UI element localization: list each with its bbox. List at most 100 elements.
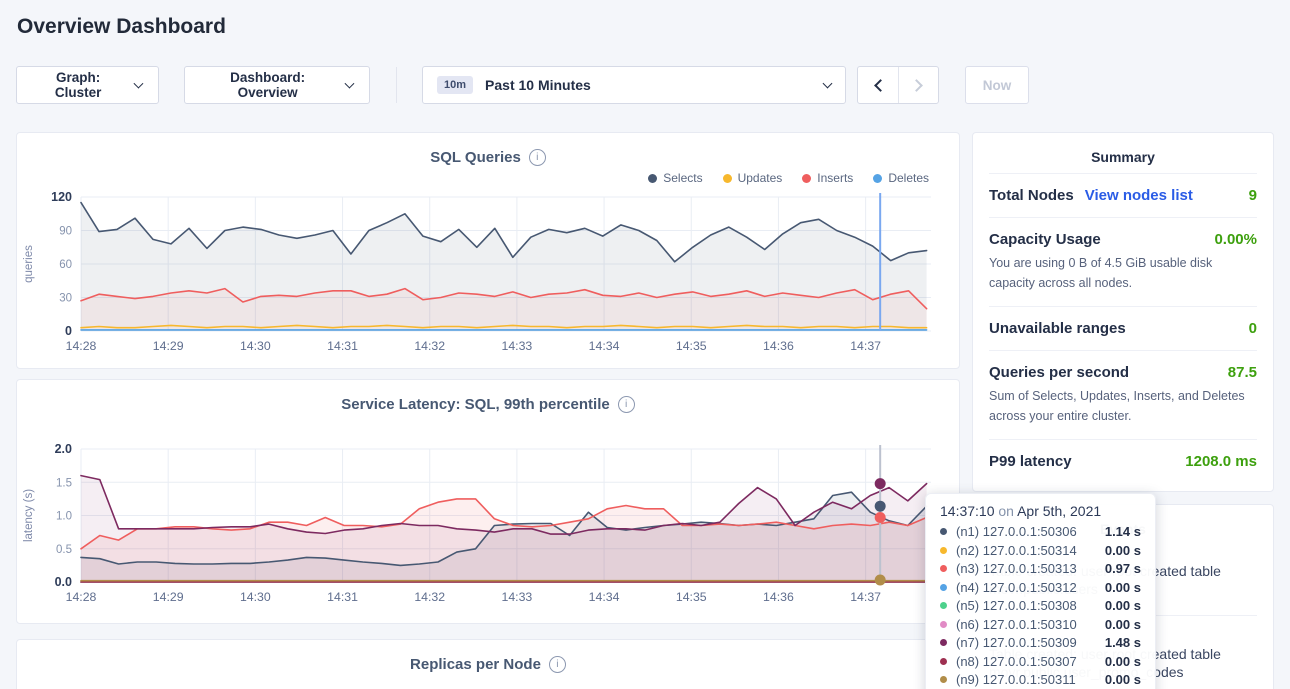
chart-title: SQL Queries [430, 149, 521, 166]
svg-text:14:37: 14:37 [850, 590, 881, 604]
tooltip-row: (n9) 127.0.0.1:50311 0.00 s [940, 672, 1141, 687]
svg-text:120: 120 [51, 190, 72, 204]
info-icon[interactable] [529, 149, 546, 166]
svg-text:60: 60 [59, 259, 72, 271]
tooltip-row: (n2) 127.0.0.1:50314 0.00 s [940, 543, 1141, 558]
node-color-dot [940, 658, 947, 665]
summary-row-capacity: Capacity Usage 0.00% You are using 0 B o… [989, 217, 1257, 306]
svg-text:14:29: 14:29 [153, 339, 184, 353]
legend-item-selects[interactable]: Selects [648, 170, 702, 186]
summary-description: Sum of Selects, Updates, Inserts, and De… [989, 386, 1257, 426]
svg-text:14:32: 14:32 [414, 339, 445, 353]
time-range-label: Past 10 Minutes [485, 77, 591, 93]
svg-text:90: 90 [59, 226, 72, 238]
svg-text:14:34: 14:34 [589, 590, 620, 604]
summary-row-qps: Queries per second 87.5 Sum of Selects, … [989, 350, 1257, 439]
toolbar: Graph: Cluster Dashboard: Overview 10m P… [16, 66, 1274, 104]
legend-item-deletes[interactable]: Deletes [873, 170, 929, 186]
dashboard-dropdown[interactable]: Dashboard: Overview [184, 66, 370, 104]
summary-label: Capacity Usage [989, 231, 1101, 248]
time-range-badge: 10m [437, 76, 473, 94]
chevron-down-icon [823, 79, 833, 89]
chevron-right-icon [910, 79, 923, 92]
svg-text:14:29: 14:29 [153, 590, 184, 604]
svg-text:14:33: 14:33 [502, 590, 533, 604]
svg-text:14:36: 14:36 [763, 339, 794, 353]
service-latency-card: Service Latency: SQL, 99th percentile 14… [16, 379, 960, 624]
svg-text:14:32: 14:32 [414, 590, 445, 604]
svg-text:1.0: 1.0 [56, 511, 72, 523]
summary-label: Queries per second [989, 364, 1129, 381]
svg-text:14:31: 14:31 [327, 590, 358, 604]
tooltip-row: (n8) 127.0.0.1:50307 0.00 s [940, 654, 1141, 669]
tooltip-row: (n7) 127.0.0.1:503091.48 s [940, 635, 1141, 650]
svg-text:14:31: 14:31 [327, 339, 358, 353]
svg-text:queries: queries [23, 245, 35, 283]
node-color-dot [940, 565, 947, 572]
summary-label: Unavailable ranges [989, 320, 1126, 337]
graph-dropdown[interactable]: Graph: Cluster [16, 66, 159, 104]
node-address: (n7) 127.0.0.1:50309 [956, 635, 1077, 650]
node-address: (n1) 127.0.0.1:50306 [956, 524, 1077, 539]
node-color-dot [940, 676, 947, 683]
summary-panel: Summary Total Nodes View nodes list 9 Ca… [972, 132, 1274, 492]
tooltip-row: (n4) 127.0.0.1:503120.00 s [940, 580, 1141, 595]
node-latency-value: 0.00 s [1105, 672, 1141, 687]
info-icon[interactable] [549, 656, 566, 673]
time-step-buttons [857, 66, 939, 104]
tooltip-row: (n6) 127.0.0.1:503100.00 s [940, 617, 1141, 632]
node-latency-value: 0.00 s [1105, 543, 1141, 558]
summary-value: 9 [1249, 187, 1257, 204]
tooltip-row: (n1) 127.0.0.1:503061.14 s [940, 524, 1141, 539]
node-color-dot [940, 602, 947, 609]
svg-text:0: 0 [65, 324, 72, 338]
sql-queries-card: SQL Queries Selects Updates Inserts Deletes… [16, 132, 960, 369]
summary-label: Total Nodes [989, 187, 1074, 204]
node-latency-value: 0.00 s [1105, 598, 1141, 613]
replicas-per-node-card: Replicas per Node [16, 639, 960, 689]
legend-item-updates[interactable]: Updates [723, 170, 783, 186]
chevron-down-icon [134, 79, 144, 89]
service-latency-chart[interactable]: 14:2814:2914:3014:3114:3214:3314:3414:35… [17, 439, 961, 611]
now-button[interactable]: Now [965, 66, 1029, 104]
summary-title: Summary [989, 133, 1257, 173]
node-address: (n6) 127.0.0.1:50310 [956, 617, 1077, 632]
node-color-dot [940, 639, 947, 646]
summary-value: 87.5 [1228, 364, 1257, 381]
chevron-down-icon [345, 79, 355, 89]
time-prev-button[interactable] [858, 67, 898, 103]
page-title: Overview Dashboard [17, 15, 1290, 39]
svg-text:14:28: 14:28 [66, 339, 97, 353]
svg-text:0.0: 0.0 [55, 575, 72, 589]
svg-text:latency (s): latency (s) [23, 489, 35, 542]
chart-tooltip: 14:37:10 on Apr 5th, 2021 (n1) 127.0.0.1… [925, 493, 1156, 689]
info-icon[interactable] [618, 396, 635, 413]
graph-dropdown-label: Graph: Cluster [33, 70, 123, 100]
node-latency-value: 0.00 s [1105, 654, 1141, 669]
time-next-button[interactable] [898, 67, 938, 103]
svg-text:14:35: 14:35 [676, 590, 707, 604]
node-latency-value: 0.97 s [1105, 561, 1141, 576]
summary-value: 0 [1249, 320, 1257, 337]
chart-legend: Selects Updates Inserts Deletes [17, 170, 929, 186]
legend-dot [802, 174, 811, 183]
summary-row-total-nodes: Total Nodes View nodes list 9 [989, 173, 1257, 217]
node-address: (n9) 127.0.0.1:50311 [956, 672, 1076, 687]
node-address: (n5) 127.0.0.1:50308 [956, 598, 1077, 613]
chart-title: Replicas per Node [410, 656, 541, 673]
summary-row-p99: P99 latency 1208.0 ms [989, 439, 1257, 483]
summary-label: P99 latency [989, 453, 1072, 470]
toolbar-divider [396, 67, 397, 103]
svg-text:0.5: 0.5 [56, 544, 72, 556]
node-address: (n8) 127.0.0.1:50307 [956, 654, 1077, 669]
chevron-left-icon [874, 79, 887, 92]
svg-text:30: 30 [59, 293, 72, 305]
node-address: (n3) 127.0.0.1:50313 [956, 561, 1077, 576]
node-address: (n4) 127.0.0.1:50312 [956, 580, 1077, 595]
legend-item-inserts[interactable]: Inserts [802, 170, 853, 186]
sql-queries-chart[interactable]: 14:2814:2914:3014:3114:3214:3314:3414:35… [17, 188, 961, 358]
node-address: (n2) 127.0.0.1:50314 [956, 543, 1077, 558]
view-nodes-list-link[interactable]: View nodes list [1085, 187, 1193, 204]
time-range-selector[interactable]: 10m Past 10 Minutes [422, 66, 846, 104]
svg-text:14:30: 14:30 [240, 590, 271, 604]
